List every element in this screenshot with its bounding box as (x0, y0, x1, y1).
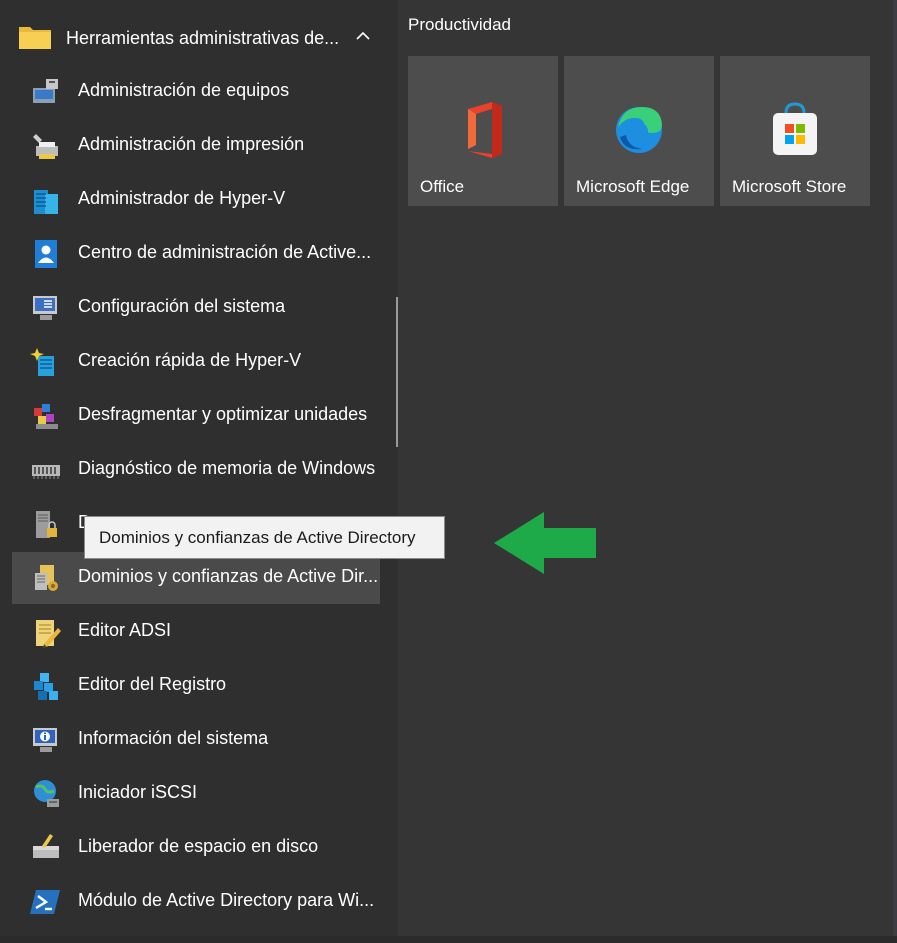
arrow-left-icon (494, 512, 596, 574)
list-item-iscsi-initiator[interactable]: Iniciador iSCSI (12, 768, 380, 820)
memory-diagnostic-icon (32, 465, 60, 479)
list-item-ad-powershell-module[interactable]: Módulo de Active Directory para Wi... (12, 876, 380, 928)
hyper-v-quick-create-icon (30, 348, 54, 376)
item-label: Centro de administración de Active... (78, 242, 372, 262)
tooltip: Dominios y confianzas de Active Director… (84, 516, 445, 559)
print-management-icon (33, 134, 58, 159)
computer-management-icon (33, 79, 58, 103)
list-item-adsi-editor[interactable]: Editor ADSI (12, 606, 380, 658)
edge-icon (616, 107, 662, 153)
system-information-icon (33, 728, 57, 752)
list-item-system-configuration[interactable]: Configuración del sistema (12, 282, 380, 334)
list-item-system-information[interactable]: Información del sistema (12, 714, 380, 766)
item-label: Administrador de Hyper-V (78, 188, 286, 208)
scrollbar-thumb[interactable] (396, 297, 398, 447)
item-label: Editor ADSI (78, 620, 172, 640)
list-item-memory-diagnostic[interactable]: Diagnóstico de memoria de Windows (12, 444, 380, 496)
office-icon (468, 102, 502, 158)
list-item-ad-admin-center[interactable]: Centro de administración de Active... (12, 228, 380, 280)
list-item-defragment[interactable]: Desfragmentar y optimizar unidades (12, 390, 380, 442)
list-item-hyper-v-quick-create[interactable]: Creación rápida de Hyper-V (12, 336, 380, 388)
item-label: Iniciador iSCSI (78, 782, 198, 802)
iscsi-initiator-icon (34, 780, 59, 807)
item-label: Creación rápida de Hyper-V (78, 350, 302, 370)
item-label: Módulo de Active Directory para Wi... (78, 890, 375, 910)
domains-trusts-icon (35, 565, 58, 591)
item-label: Administración de impresión (78, 134, 305, 154)
chevron-up-icon[interactable] (355, 30, 371, 42)
item-label: Desfragmentar y optimizar unidades (78, 404, 368, 424)
hyper-v-manager-icon (34, 190, 58, 214)
list-item-registry-editor[interactable]: Editor del Registro (12, 660, 380, 712)
item-label: Información del sistema (78, 728, 269, 748)
list-item-print-management[interactable]: Administración de impresión (12, 120, 380, 172)
list-item-hyper-v-manager[interactable]: Administrador de Hyper-V (12, 174, 380, 226)
item-label: Diagnóstico de memoria de Windows (78, 458, 376, 478)
item-label: Configuración del sistema (78, 296, 286, 316)
system-configuration-icon (33, 296, 57, 320)
tile-office[interactable]: Office (408, 56, 558, 206)
folder-admin-tools[interactable]: Herramientas administrativas de... (0, 12, 398, 66)
item-label: Editor del Registro (78, 674, 227, 694)
list-item-domains-trusts[interactable]: Dominios y confianzas de Active Dir... (12, 552, 380, 604)
powershell-icon (30, 890, 60, 914)
store-icon (773, 102, 817, 155)
defragment-icon (34, 404, 58, 429)
tile-microsoft-edge[interactable]: Microsoft Edge (564, 56, 714, 206)
tile-label: Office (420, 177, 465, 196)
server-lock-icon (36, 511, 57, 538)
adsi-edit-icon (36, 620, 61, 648)
registry-editor-icon (34, 673, 58, 700)
item-label: Dominios y confianzas de Active Dir... (78, 566, 379, 586)
tile-label: Microsoft Store (732, 177, 847, 196)
item-label: Liberador de espacio en disco (78, 836, 319, 856)
active-directory-admin-center-icon (35, 240, 57, 268)
tile-microsoft-store[interactable]: Microsoft Store (720, 56, 870, 206)
list-item-disk-cleanup[interactable]: Liberador de espacio en disco (12, 822, 380, 874)
folder-icon (19, 27, 51, 49)
tile-label: Microsoft Edge (576, 177, 690, 196)
disk-cleanup-icon (33, 834, 59, 858)
desktop-edge (893, 0, 897, 943)
item-label: Administración de equipos (78, 80, 290, 100)
pinned-section-title: Productividad (408, 15, 512, 34)
list-item-computer-management[interactable]: Administración de equipos (12, 66, 380, 118)
folder-label: Herramientas administrativas de... (66, 28, 340, 48)
bottom-edge (0, 936, 897, 943)
